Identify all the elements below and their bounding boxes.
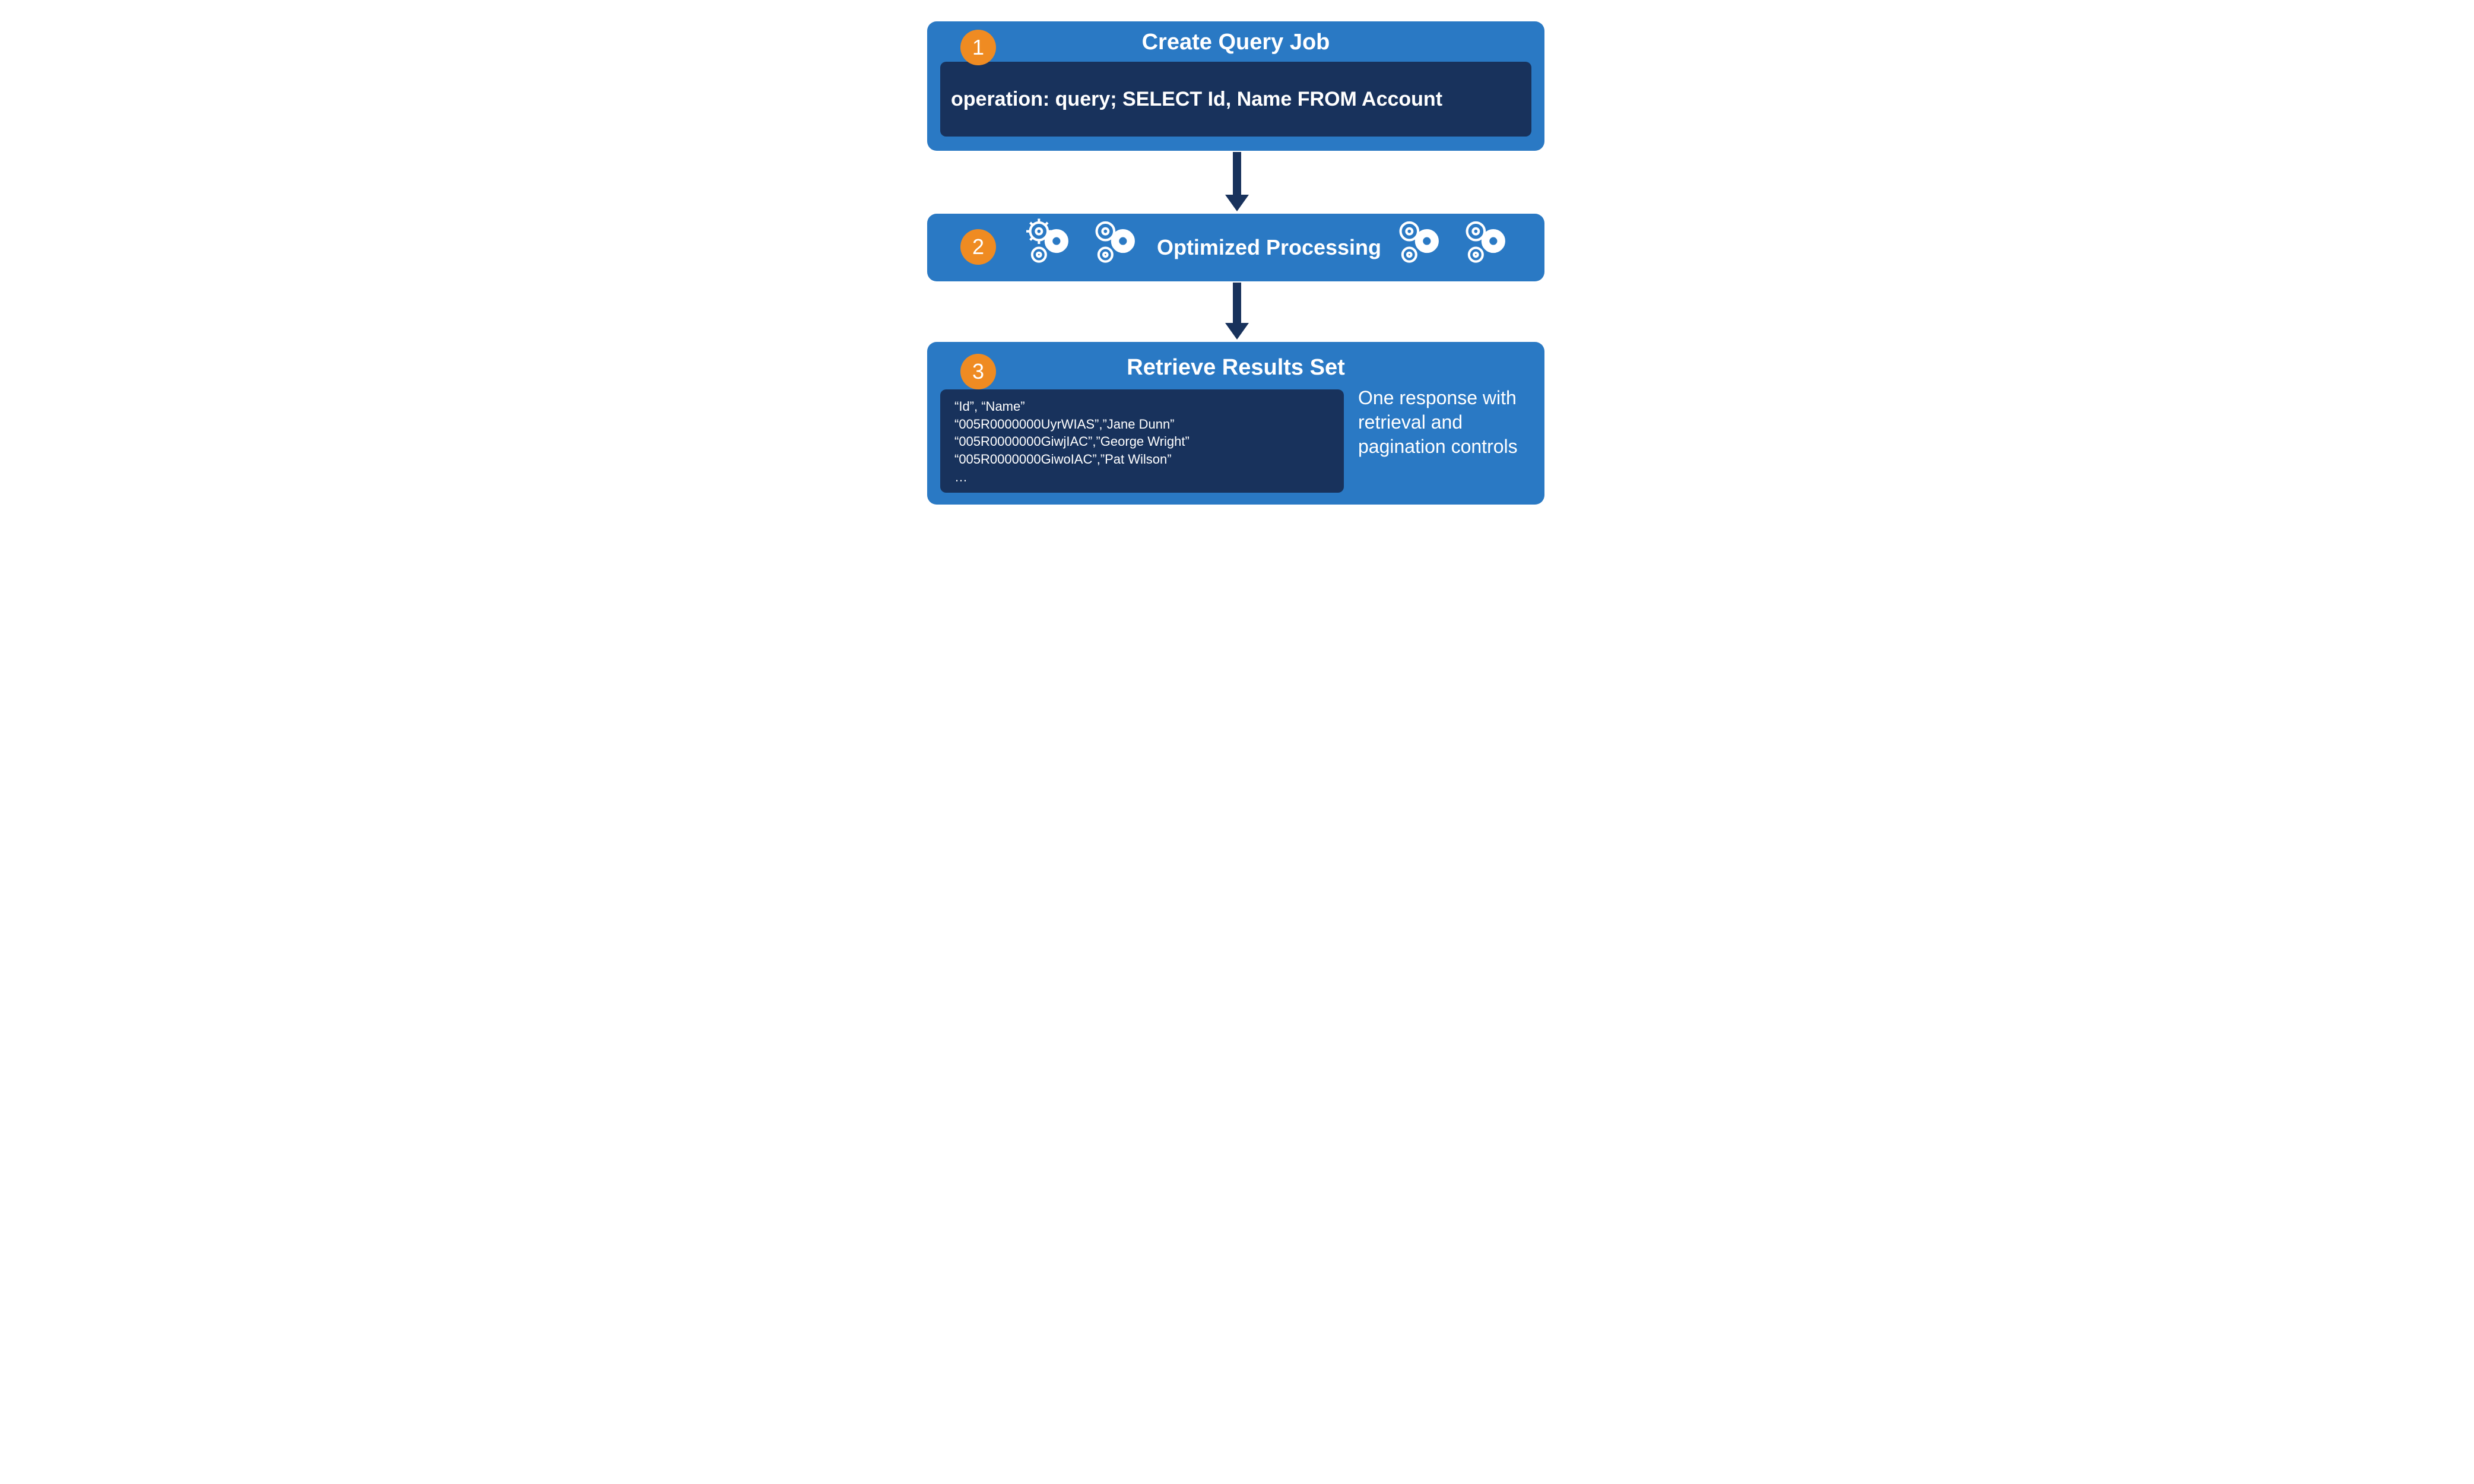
result-row: “005R0000000UyrWIAS”,”Jane Dunn” <box>954 416 1330 433</box>
step2-panel: Optimized Processing <box>927 214 1544 281</box>
step1-code-box: operation: query; SELECT Id, Name FROM A… <box>940 62 1531 137</box>
step2-title: Optimized Processing <box>1157 235 1381 260</box>
arrow-2to3-icon <box>1233 283 1241 326</box>
step1-badge: 1 <box>960 30 996 65</box>
step1-number: 1 <box>972 35 984 60</box>
step3-badge: 3 <box>960 354 996 389</box>
gears-icon <box>1394 223 1448 272</box>
step2-badge: 2 <box>960 229 996 265</box>
result-ellipsis: … <box>954 468 1330 486</box>
result-header: “Id”, “Name” <box>954 398 1330 416</box>
step3-note: One response with retrieval and paginati… <box>1358 386 1536 459</box>
result-row: “005R0000000GiwjIAC”,”George Wright” <box>954 433 1330 451</box>
step2-number: 2 <box>972 234 984 259</box>
step3-results-box: “Id”, “Name” “005R0000000UyrWIAS”,”Jane … <box>940 389 1344 493</box>
step1-title: Create Query Job <box>927 21 1544 55</box>
gears-icon <box>1090 223 1144 272</box>
diagram-canvas: Create Query Job operation: query; SELEC… <box>804 0 1670 534</box>
step3-number: 3 <box>972 359 984 384</box>
step3-title: Retrieve Results Set <box>927 342 1544 380</box>
gears-icon <box>1461 223 1514 272</box>
result-row: “005R0000000GiwoIAC”,”Pat Wilson” <box>954 451 1330 468</box>
arrow-1to2-icon <box>1233 152 1241 198</box>
step1-code: operation: query; SELECT Id, Name FROM A… <box>940 88 1442 111</box>
gears-icon <box>1024 223 1077 272</box>
